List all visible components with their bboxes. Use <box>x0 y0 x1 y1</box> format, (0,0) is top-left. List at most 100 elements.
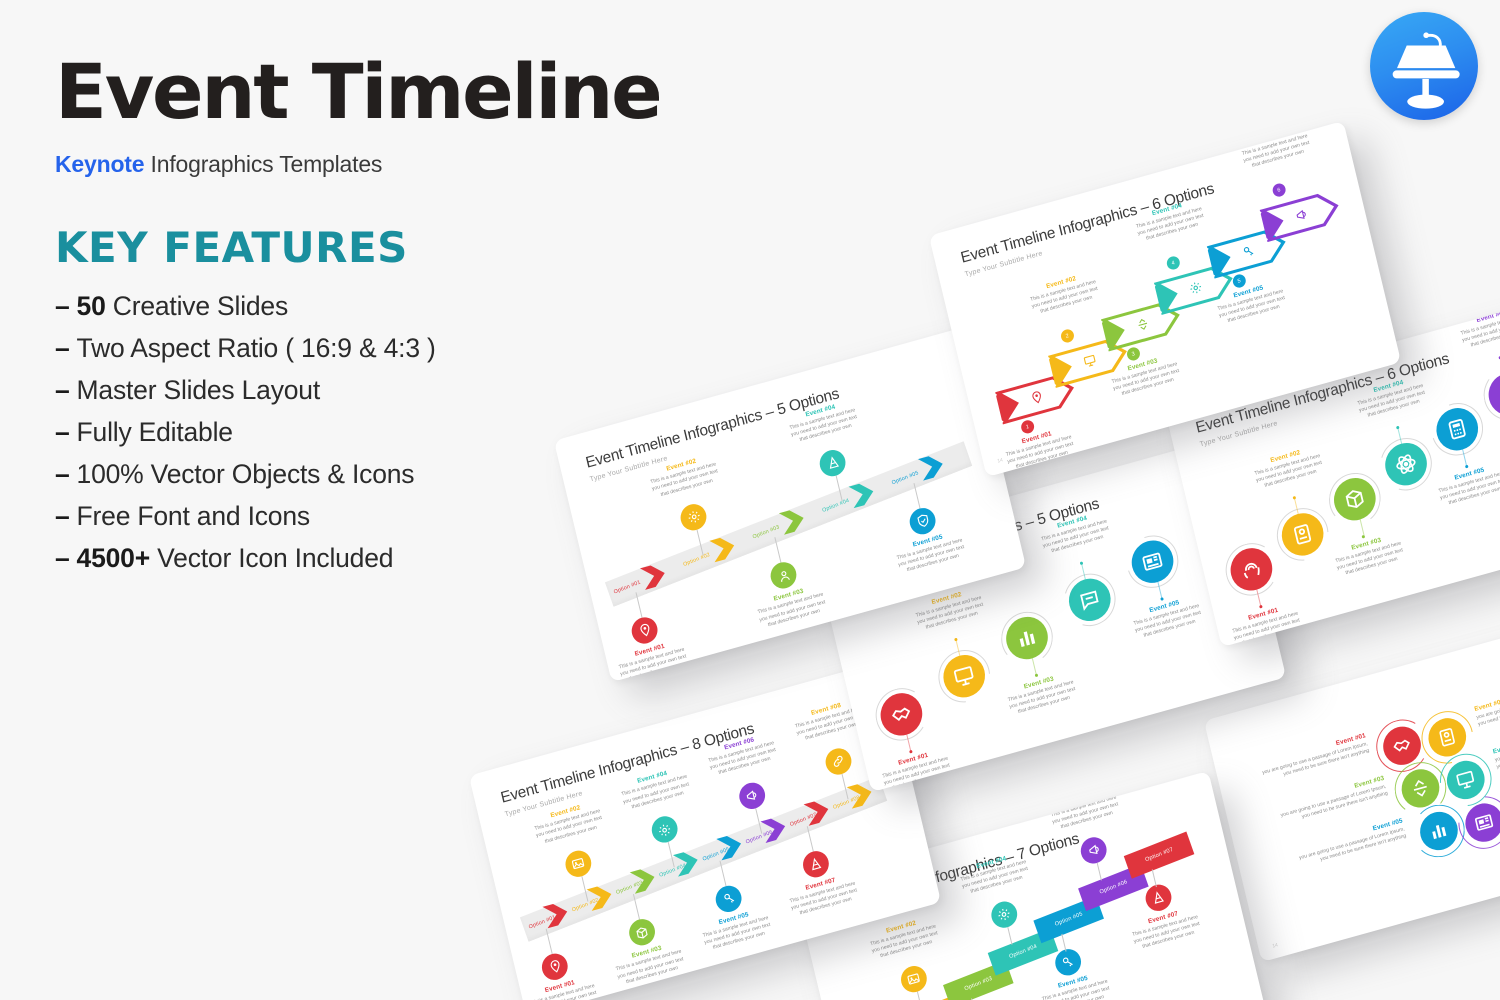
option-tag: Option #06 <box>1098 879 1129 896</box>
event-text-block: Event #05 This is a sample text and here … <box>1128 593 1206 643</box>
option-tag: Option #04 <box>1008 943 1039 961</box>
connector-arrow <box>916 991 922 1000</box>
event-text-block: Event #01This is a sample text and here … <box>1000 425 1078 475</box>
event-icon-marker[interactable] <box>823 745 855 778</box>
chevron-arrow[interactable] <box>777 504 812 537</box>
gear-icon <box>998 909 1010 921</box>
feature-item: –100% Vector Objects & Icons <box>55 454 675 496</box>
event-text-block: Event #01This is a sample text and here … <box>877 746 955 792</box>
event-text-block: Event #01 you are going to use a passage … <box>1251 732 1370 786</box>
calculator-icon <box>1448 418 1467 440</box>
chevron-arrow[interactable] <box>916 450 951 483</box>
megaphone-icon <box>746 790 757 800</box>
chevron-arrow[interactable] <box>757 812 792 845</box>
feature-highlight: 4500+ <box>76 542 151 573</box>
left-info-panel: Event Timeline Keynote Infographics Temp… <box>55 47 675 579</box>
event-icon-marker[interactable] <box>817 446 849 479</box>
feature-label: Vector Icon Included <box>149 542 394 573</box>
connector-arrow <box>1151 869 1157 888</box>
cone-icon <box>1154 891 1165 905</box>
shield-icon <box>916 514 928 528</box>
keynote-podium-icon <box>1392 32 1460 109</box>
speech-bubble-icon <box>1080 590 1099 611</box>
product-subtitle: Keynote Infographics Templates <box>55 151 675 178</box>
page-title: Event Timeline <box>55 47 663 136</box>
step-number-badge: 1 <box>1019 418 1036 435</box>
handshake-icon <box>892 707 911 721</box>
recycle-icon <box>1413 780 1428 797</box>
presentation-icon <box>1456 771 1475 789</box>
event-icon-marker[interactable] <box>539 950 571 983</box>
event-icon-marker[interactable] <box>713 882 745 915</box>
event-text-block: Event #01This is a sample text and here … <box>613 637 691 682</box>
chevron-arrow[interactable] <box>584 880 619 913</box>
event-icon-marker[interactable] <box>898 963 930 996</box>
event-icon-marker[interactable] <box>562 847 594 881</box>
box-icon <box>636 926 648 939</box>
feature-label: Creative Slides <box>105 291 289 322</box>
fingerprint-icon <box>1243 562 1260 579</box>
feature-item: – Two Aspect Ratio ( 16:9 & 4:3 ) <box>55 328 675 370</box>
feature-label: 100% Vector Objects & Icons <box>76 458 415 489</box>
feature-label: Master Slides Layout <box>76 375 321 406</box>
event-text-block: Event #04you are going to use a passage … <box>1492 717 1500 771</box>
chevron-arrow[interactable] <box>540 897 575 930</box>
feature-highlight: 50 <box>76 291 106 322</box>
event-text-block: Event #07 This is a sample text and here … <box>1127 904 1205 954</box>
handshake-icon <box>1393 739 1411 752</box>
chevron-arrow[interactable] <box>801 795 836 828</box>
chevron-arrow[interactable] <box>846 477 881 510</box>
bullet-dash: – <box>55 417 70 448</box>
step-number-badge: 4 <box>1165 254 1181 272</box>
bullet-dash: – <box>55 500 70 531</box>
event-icon-marker[interactable] <box>800 848 832 881</box>
event-icon-marker[interactable] <box>988 898 1020 931</box>
bullet-dash: – <box>55 333 70 364</box>
event-text-block: Event #03 you are going to use a passage … <box>1270 775 1389 829</box>
presentation-icon <box>953 666 974 687</box>
event-text-block: Event #03 This is a sample text and here … <box>1002 670 1080 720</box>
link-icon <box>834 755 843 768</box>
event-text-block: Event #07 This is a sample text and here … <box>784 871 862 921</box>
newspaper-icon <box>1142 552 1163 571</box>
gear-icon <box>659 824 671 836</box>
newspaper-icon <box>1475 814 1494 831</box>
slide-page-number: 14 <box>1271 942 1279 950</box>
key-icon <box>723 893 734 903</box>
event-text-block: Event #03 This is a sample text and here … <box>1330 531 1408 581</box>
key-icon <box>1063 957 1074 967</box>
chevron-arrow[interactable] <box>714 829 749 862</box>
feature-label: Two Aspect Ratio ( 16:9 & 4:3 ) <box>76 333 436 364</box>
slide-page-number: 14 <box>996 457 1004 465</box>
feature-item: –50 Creative Slides <box>55 286 675 328</box>
chevron-arrow[interactable] <box>707 532 742 565</box>
event-icon-marker[interactable] <box>768 559 800 592</box>
bullet-dash: – <box>55 375 70 406</box>
event-icon-marker[interactable] <box>678 501 710 534</box>
chevron-arrow[interactable] <box>671 846 706 879</box>
option-tag: Option #03 <box>963 975 994 993</box>
event-icon-marker[interactable] <box>629 614 661 647</box>
feature-item: – Free Font and Icons <box>55 496 675 538</box>
event-text-block: Event #05 This is a sample text and here … <box>1036 969 1114 1000</box>
chevron-arrow[interactable] <box>627 863 662 896</box>
feature-item: –4500+ Vector Icon Included <box>55 538 675 580</box>
event-icon-marker[interactable] <box>649 813 681 846</box>
event-text-block: Event #03 This is a sample text and here … <box>752 582 830 632</box>
features-list: –50 Creative Slides – Two Aspect Ratio ( 1… <box>55 286 675 579</box>
event-text-block: Event #05 This is a sample text and here … <box>1433 461 1500 511</box>
location-pin-icon <box>550 960 560 974</box>
location-pin-icon <box>640 624 649 637</box>
feature-label: Free Font and Icons <box>76 500 311 531</box>
event-text-block: Event #01This is a sample text and here … <box>523 973 601 1000</box>
event-text-block: Event #02 This is a sample text and here … <box>1249 443 1327 493</box>
image-icon <box>571 858 585 870</box>
keynote-app-logo <box>1370 12 1478 120</box>
event-text-block: Event #02 This is a sample text and here … <box>865 914 943 964</box>
connector-arrow <box>1097 862 1103 881</box>
event-icon-marker[interactable] <box>907 504 939 538</box>
event-icon-marker[interactable] <box>626 916 658 949</box>
feature-item: – Fully Editable <box>55 412 675 454</box>
megaphone-icon <box>1088 844 1099 855</box>
event-icon-marker[interactable] <box>736 779 768 812</box>
